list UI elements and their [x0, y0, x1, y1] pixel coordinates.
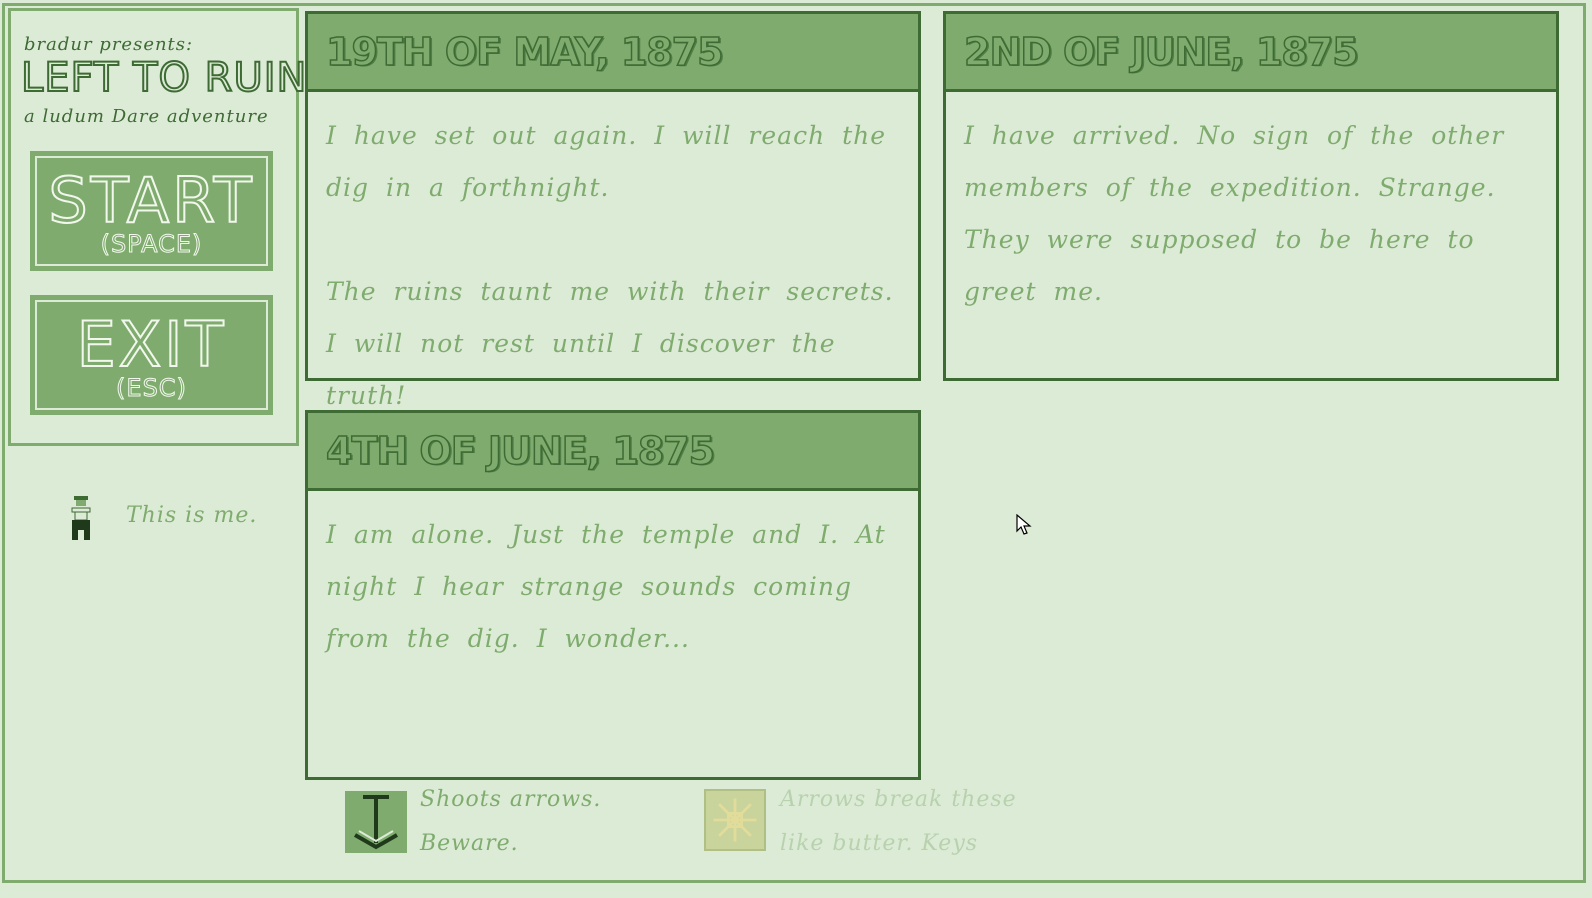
- entry-date: 19TH OF MAY, 1875: [308, 14, 918, 92]
- entry-paragraph: I have arrived. No sign of the other mem…: [964, 121, 1505, 306]
- arrow-turret-icon: [345, 791, 407, 853]
- presents-text: bradur presents:: [24, 34, 194, 55]
- player-description: This is me.: [126, 503, 258, 528]
- entry-body: I have set out again. I will reach the d…: [308, 92, 918, 422]
- start-button[interactable]: START (SPACE): [30, 151, 273, 271]
- journal-entry: 19TH OF MAY, 1875 I have set out again. …: [305, 11, 921, 410]
- block-description: Arrows break these like butter. Keys: [780, 778, 1017, 866]
- entry-body: I am alone. Just the temple and I. At ni…: [308, 491, 918, 665]
- entry-paragraph: The ruins taunt me with their secrets. I…: [326, 277, 894, 410]
- block-line-1: Arrows break these: [780, 787, 1017, 812]
- journal-entry: 4TH OF JUNE, 1875 I am alone. Just the t…: [305, 410, 921, 780]
- block-line-2: like butter. Keys: [780, 831, 979, 856]
- start-label: START: [47, 164, 255, 237]
- exit-label: EXIT: [76, 308, 227, 381]
- breakable-block-icon: [704, 789, 766, 851]
- turret-line-1: Shoots arrows.: [420, 787, 602, 812]
- turret-description: Shoots arrows. Beware.: [420, 778, 601, 866]
- journal-entry: 2ND OF JUNE, 1875 I have arrived. No sig…: [943, 11, 1559, 381]
- entry-paragraph: I have set out again. I will reach the d…: [326, 121, 887, 202]
- exit-button[interactable]: EXIT (ESC): [30, 295, 273, 415]
- entry-date: 4TH OF JUNE, 1875: [308, 413, 918, 491]
- game-subtitle: a ludum Dare adventure: [24, 106, 269, 127]
- player-icon: [71, 496, 91, 540]
- turret-line-2: Beware.: [420, 831, 519, 856]
- entry-paragraph: I am alone. Just the temple and I. At ni…: [326, 520, 886, 653]
- exit-key-hint: (ESC): [116, 374, 187, 402]
- entry-body: I have arrived. No sign of the other mem…: [946, 92, 1556, 318]
- mouse-cursor-icon: [1016, 514, 1032, 535]
- entry-date: 2ND OF JUNE, 1875: [946, 14, 1556, 92]
- game-title: LEFT TO RUIN: [20, 54, 308, 102]
